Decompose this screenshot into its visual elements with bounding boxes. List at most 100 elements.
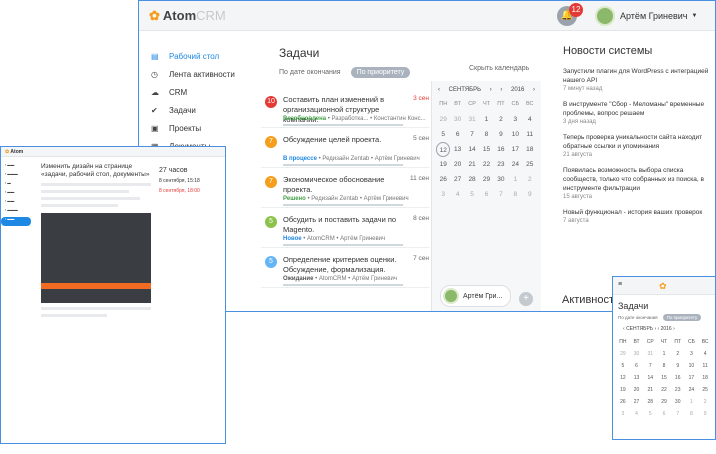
task-row[interactable]: 5 Обсудить и поставить задачи по Magento.…	[261, 208, 429, 248]
calendar-day[interactable]: 17	[508, 142, 522, 157]
detail-nav-item-active[interactable]: ▪ ▬▬	[1, 217, 31, 226]
calendar-day[interactable]: 10	[685, 360, 699, 372]
news-text[interactable]: Запустили плагин для WordPress с интегра…	[563, 67, 709, 85]
calendar-day[interactable]: 1	[657, 348, 671, 360]
sidebar-item-projects[interactable]: ▣ Проекты	[139, 119, 249, 137]
calendar-day[interactable]: 25	[698, 384, 712, 396]
tab-deadline[interactable]: По дате окончания	[279, 69, 341, 76]
calendar-day[interactable]: 27	[450, 172, 464, 187]
calendar-day[interactable]: 22	[479, 157, 493, 172]
attached-screenshot[interactable]	[41, 213, 151, 303]
calendar-day[interactable]: 20	[630, 384, 644, 396]
calendar-day[interactable]: 24	[508, 157, 522, 172]
calendar-day[interactable]: 13	[630, 372, 644, 384]
prev-month-icon[interactable]: ‹	[438, 87, 440, 93]
calendar-day[interactable]: 3	[436, 187, 450, 202]
calendar-day[interactable]: 29	[616, 348, 630, 360]
news-item[interactable]: Теперь проверка уникальности сайта наход…	[563, 133, 709, 158]
calendar-day[interactable]: 27	[630, 396, 644, 408]
calendar-day[interactable]: 17	[685, 372, 699, 384]
detail-nav-item[interactable]: ▪ ▬▬	[1, 199, 37, 208]
calendar-day[interactable]: 4	[450, 187, 464, 202]
calendar-day[interactable]: 18	[523, 142, 537, 157]
calendar-day[interactable]: 21	[465, 157, 479, 172]
task-row[interactable]: 7 Экономическое обоснование проекта. 11 се…	[261, 168, 429, 208]
calendar-day[interactable]: 12	[436, 142, 451, 157]
calendar-day[interactable]: 4	[523, 112, 537, 127]
calendar-day[interactable]: 29	[436, 112, 450, 127]
calendar-day[interactable]: 7	[643, 360, 657, 372]
calendar-day[interactable]: 16	[671, 372, 685, 384]
calendar-day[interactable]: 29	[657, 396, 671, 408]
detail-nav-item[interactable]: ▪ ▬▬	[1, 190, 37, 199]
calendar-day[interactable]: 3	[616, 408, 630, 420]
calendar-day[interactable]: 9	[494, 127, 508, 142]
calendar-day[interactable]: 5	[465, 187, 479, 202]
calendar-day[interactable]: 14	[643, 372, 657, 384]
calendar-day[interactable]: 2	[671, 348, 685, 360]
calendar-day[interactable]: 15	[479, 142, 493, 157]
calendar-day[interactable]: 19	[436, 157, 450, 172]
calendar-day[interactable]: 7	[671, 408, 685, 420]
calendar-day[interactable]: 28	[643, 396, 657, 408]
calendar-day[interactable]: 2	[494, 112, 508, 127]
calendar-day[interactable]: 4	[630, 408, 644, 420]
hide-calendar-link[interactable]: Скрыть календарь	[469, 65, 529, 72]
calendar-day[interactable]: 23	[494, 157, 508, 172]
calendar-day[interactable]: 22	[657, 384, 671, 396]
calendar-user-filter[interactable]: Артём Гри...	[440, 285, 512, 307]
news-text[interactable]: Теперь проверка уникальности сайта наход…	[563, 133, 709, 151]
detail-nav-item[interactable]: ▪ ▬	[1, 181, 37, 190]
add-task-button[interactable]: +	[519, 292, 533, 306]
next-year-icon[interactable]: ›	[533, 87, 535, 93]
news-text[interactable]: Появилась возможность выбора списка сооб…	[563, 166, 709, 193]
calendar-day[interactable]: 1	[479, 112, 493, 127]
news-item[interactable]: Появилась возможность выбора списка сооб…	[563, 166, 709, 200]
calendar-day[interactable]: 20	[450, 157, 464, 172]
task-title[interactable]: Определение критериев оценки. Обсуждение…	[283, 255, 405, 275]
sidebar-item-activity[interactable]: ◷ Лента активности	[139, 65, 249, 83]
news-text[interactable]: В инструменте "Сбор - Меломаны" временны…	[563, 100, 709, 118]
calendar-day[interactable]: 4	[698, 348, 712, 360]
calendar-day[interactable]: 14	[465, 142, 479, 157]
sidebar-item-crm[interactable]: ☁ CRM	[139, 83, 249, 101]
tab-deadline[interactable]: По дате окончания	[618, 315, 658, 320]
calendar-day[interactable]: 31	[465, 112, 479, 127]
calendar-day[interactable]: 26	[436, 172, 450, 187]
calendar-day[interactable]: 9	[523, 187, 537, 202]
calendar-day[interactable]: 24	[685, 384, 699, 396]
calendar-day[interactable]: 6	[479, 187, 493, 202]
calendar-day[interactable]: 11	[523, 127, 537, 142]
news-text[interactable]: Новый функционал - история ваших проверо…	[563, 208, 709, 217]
calendar-day[interactable]: 5	[436, 127, 450, 142]
calendar-day[interactable]: 15	[657, 372, 671, 384]
tab-priority[interactable]: По приоритету	[350, 67, 411, 78]
calendar-day[interactable]: 13	[450, 142, 464, 157]
next-month-icon[interactable]: ›	[490, 87, 492, 93]
menu-icon[interactable]: ≡	[618, 281, 622, 288]
news-item[interactable]: Запустили плагин для WordPress с интегра…	[563, 67, 709, 92]
calendar-day[interactable]: 6	[630, 360, 644, 372]
calendar-day[interactable]: 30	[671, 396, 685, 408]
calendar-day[interactable]: 10	[508, 127, 522, 142]
task-title[interactable]: Обсуждение целей проекта.	[283, 135, 405, 145]
calendar-day[interactable]: 12	[616, 372, 630, 384]
detail-nav-item[interactable]: ▪ ▬▬	[1, 163, 37, 172]
calendar-day[interactable]: 16	[494, 142, 508, 157]
calendar-day[interactable]: 29	[479, 172, 493, 187]
calendar-day[interactable]: 31	[643, 348, 657, 360]
calendar-day[interactable]: 6	[450, 127, 464, 142]
detail-nav-item[interactable]: ▪ ▬▬▬	[1, 172, 37, 181]
calendar-day[interactable]: 30	[494, 172, 508, 187]
news-item[interactable]: В инструменте "Сбор - Меломаны" временны…	[563, 100, 709, 125]
calendar-day[interactable]: 21	[643, 384, 657, 396]
prev-year-icon[interactable]: ‹	[500, 87, 502, 93]
calendar-day[interactable]: 8	[657, 360, 671, 372]
logo[interactable]: ✿ AtomCRM	[149, 8, 226, 24]
calendar-day[interactable]: 8	[685, 408, 699, 420]
calendar-day[interactable]: 18	[698, 372, 712, 384]
calendar-day[interactable]: 3	[508, 112, 522, 127]
calendar-day[interactable]: 7	[465, 127, 479, 142]
calendar-day[interactable]: 30	[630, 348, 644, 360]
calendar-day[interactable]: 2	[523, 172, 537, 187]
